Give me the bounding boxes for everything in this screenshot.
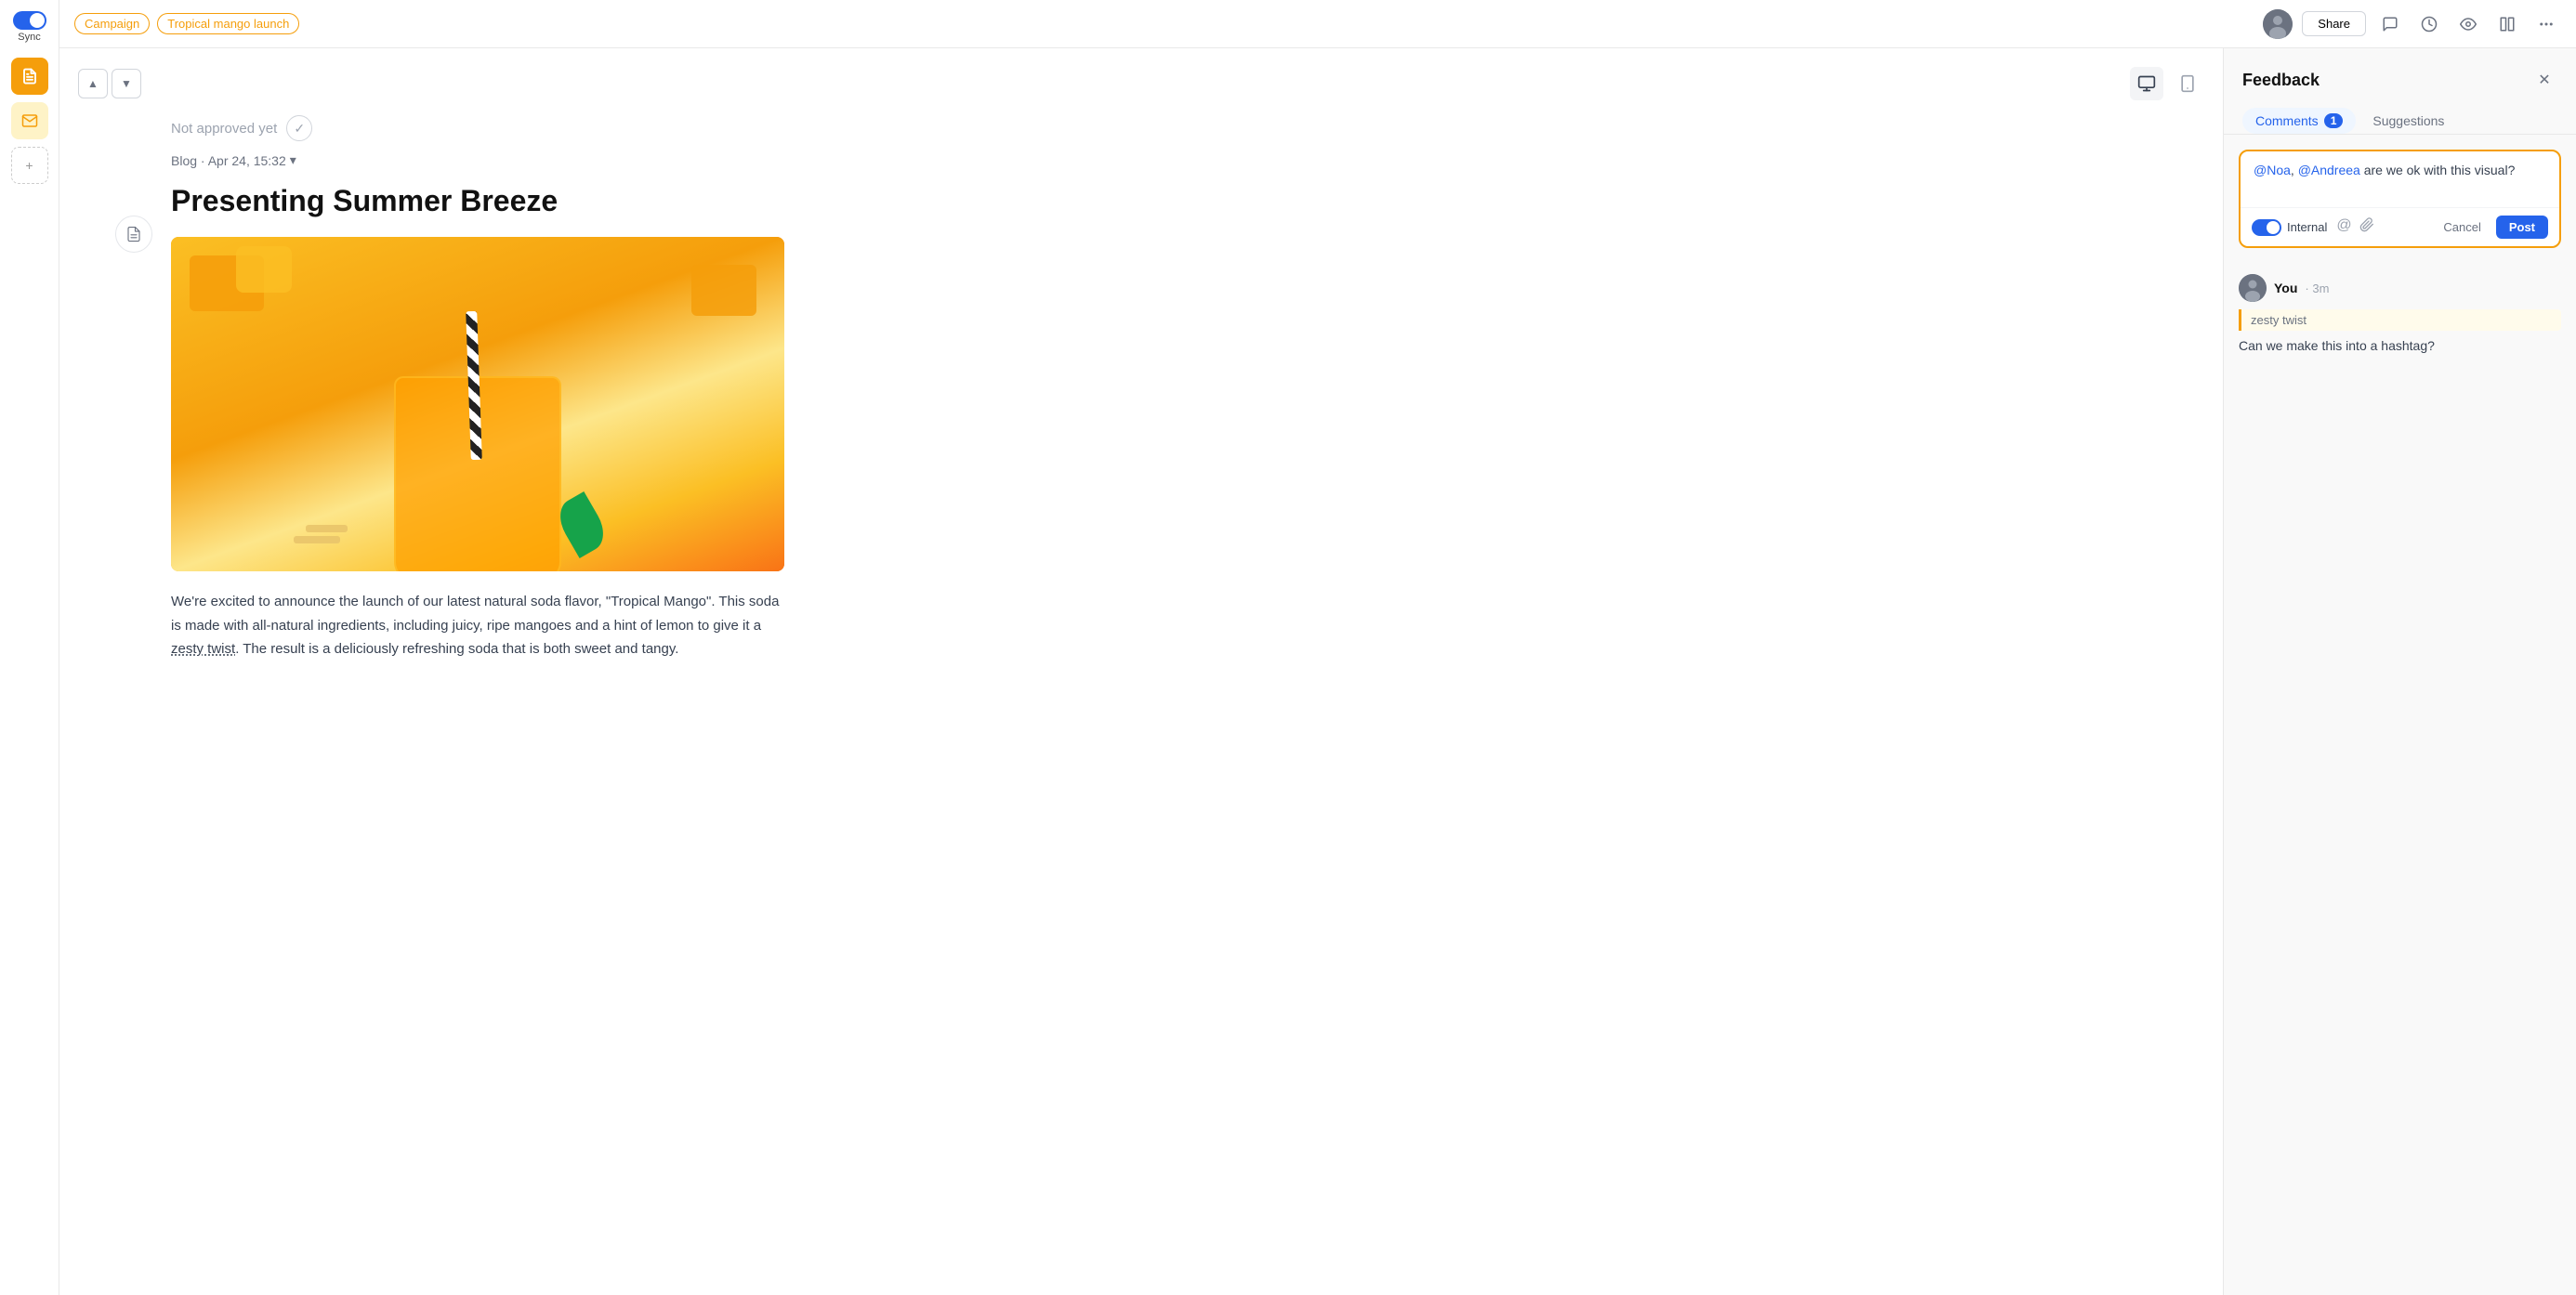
feedback-header: Feedback ✕ xyxy=(2224,48,2576,93)
post-button[interactable]: Post xyxy=(2496,216,2548,239)
comments-icon[interactable] xyxy=(2375,9,2405,39)
document-icon[interactable] xyxy=(11,58,48,95)
doc-icon-button[interactable] xyxy=(115,216,152,253)
layout-icon[interactable] xyxy=(2492,9,2522,39)
approve-button[interactable]: ✓ xyxy=(286,115,312,141)
nav-up-button[interactable]: ▲ xyxy=(78,69,108,98)
launch-badge[interactable]: Tropical mango launch xyxy=(157,13,299,34)
tab-comments-label: Comments xyxy=(2255,113,2319,128)
sync-section: Sync xyxy=(13,11,46,43)
sidebar: Sync + xyxy=(0,0,59,1295)
article-body-text2: . The result is a deliciously refreshing… xyxy=(235,641,678,657)
mention-noa: @Noa xyxy=(2254,163,2291,177)
mobile-view-button[interactable] xyxy=(2171,67,2204,100)
history-icon[interactable] xyxy=(2414,9,2444,39)
editor-toolbar: ▲ ▼ xyxy=(59,67,2223,115)
cancel-button[interactable]: Cancel xyxy=(2436,216,2488,238)
user-avatar[interactable] xyxy=(2263,9,2293,39)
comment-input-box: @Noa, @Andreea are we ok with this visua… xyxy=(2239,150,2561,248)
mention-andreea: @Andreea xyxy=(2298,163,2360,177)
editor-panel: ▲ ▼ xyxy=(59,48,2223,1295)
comment-time: · 3m xyxy=(2305,281,2329,295)
comment-header: You · 3m xyxy=(2239,274,2561,302)
smoothie-image xyxy=(171,237,784,571)
article-content: Presenting Summer Breeze xyxy=(59,183,896,661)
sync-toggle[interactable] xyxy=(13,11,46,30)
view-toggle xyxy=(2130,67,2204,100)
comment-avatar xyxy=(2239,274,2267,302)
topbar: Campaign Tropical mango launch Share xyxy=(59,0,2576,48)
nav-down-button[interactable]: ▼ xyxy=(112,69,141,98)
approval-row: Not approved yet ✓ xyxy=(59,115,2223,152)
feedback-panel: Feedback ✕ Comments 1 Suggestions @Noa, … xyxy=(2223,48,2576,1295)
article-body-text1: We're excited to announce the launch of … xyxy=(171,594,779,634)
tab-suggestions-label: Suggestions xyxy=(2372,113,2444,128)
mail-icon[interactable] xyxy=(11,102,48,139)
tab-comments[interactable]: Comments 1 xyxy=(2242,108,2356,134)
comment-input-footer: Internal @ Cancel Post xyxy=(2241,207,2559,246)
topbar-right: Share xyxy=(2263,9,2561,39)
article-body: We're excited to announce the launch of … xyxy=(171,590,784,661)
close-feedback-button[interactable]: ✕ xyxy=(2531,67,2557,93)
sync-label: Sync xyxy=(18,32,40,43)
more-icon[interactable] xyxy=(2531,9,2561,39)
blog-meta-text: Blog · Apr 24, 15:32 xyxy=(171,153,286,168)
attachment-icon[interactable] xyxy=(2359,217,2374,237)
comment-input-text: are we ok with this visual? xyxy=(2360,163,2516,177)
internal-toggle-switch[interactable] xyxy=(2252,219,2281,236)
internal-label: Internal xyxy=(2287,220,2327,234)
input-icons: @ xyxy=(2336,217,2373,237)
article-title: Presenting Summer Breeze xyxy=(171,183,784,218)
add-icon[interactable]: + xyxy=(11,147,48,184)
feedback-body: @Noa, @Andreea are we ok with this visua… xyxy=(2224,135,2576,1295)
internal-toggle: Internal xyxy=(2252,219,2327,236)
feedback-tabs: Comments 1 Suggestions xyxy=(2224,93,2576,135)
mention-separator: , xyxy=(2291,163,2298,177)
comment-input-content[interactable]: @Noa, @Andreea are we ok with this visua… xyxy=(2241,151,2559,207)
comment-body: Can we make this into a hashtag? xyxy=(2239,336,2561,356)
article-zesty-text: zesty twist xyxy=(171,641,235,657)
blog-meta: Blog · Apr 24, 15:32 ▾ xyxy=(59,152,2223,183)
blog-meta-dropdown[interactable]: Blog · Apr 24, 15:32 ▾ xyxy=(171,152,296,168)
comments-badge: 1 xyxy=(2324,113,2344,128)
at-mention-icon[interactable]: @ xyxy=(2336,217,2351,237)
share-button[interactable]: Share xyxy=(2302,11,2366,36)
not-approved-text: Not approved yet xyxy=(171,121,277,137)
dropdown-arrow-icon: ▾ xyxy=(290,152,296,168)
doc-icon-container xyxy=(115,216,152,253)
comment-item: You · 3m zesty twist Can we make this in… xyxy=(2224,263,2576,367)
tab-suggestions[interactable]: Suggestions xyxy=(2359,108,2457,134)
feedback-title: Feedback xyxy=(2242,71,2320,90)
comment-quote: zesty twist xyxy=(2239,309,2561,331)
campaign-badge[interactable]: Campaign xyxy=(74,13,150,34)
article-image xyxy=(171,237,784,571)
view-icon[interactable] xyxy=(2453,9,2483,39)
main-area: ▲ ▼ xyxy=(59,48,2576,1295)
comment-author: You xyxy=(2274,281,2297,295)
input-actions: Cancel Post xyxy=(2436,216,2548,239)
nav-arrows: ▲ ▼ xyxy=(78,69,141,98)
desktop-view-button[interactable] xyxy=(2130,67,2163,100)
